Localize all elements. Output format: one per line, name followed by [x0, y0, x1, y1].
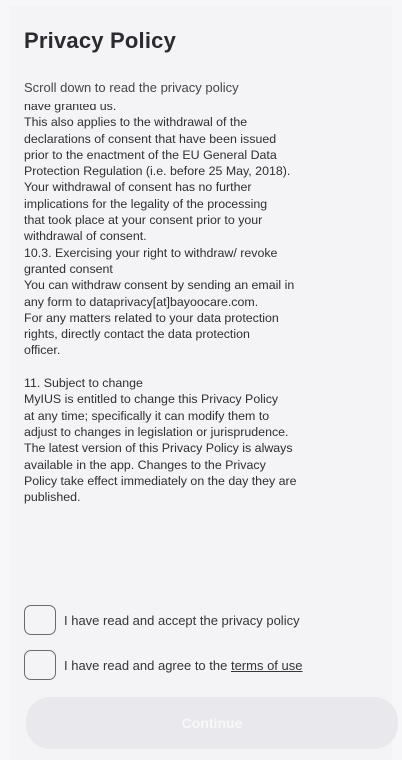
policy-line: adjust to changes in legislation or juri… [24, 424, 289, 439]
policy-line: that took place at your consent prior to… [24, 213, 263, 228]
policy-gap [24, 359, 392, 375]
policy-line: The latest version of this Privacy Polic… [24, 441, 293, 456]
screen: Privacy Policy Scroll down to read the p… [0, 0, 402, 760]
policy-line: officer. [24, 343, 61, 358]
policy-line: any form to dataprivacy[at]bayoocare.com… [24, 294, 259, 309]
accept-privacy-label: I have read and accept the privacy polic… [64, 612, 300, 628]
policy-line: MyIUS is entitled to change this Privacy… [24, 392, 279, 407]
policy-line: For any matters related to your data pro… [24, 310, 279, 325]
policy-line: at any time; specifically it can modify … [24, 408, 270, 423]
page-subtitle: Scroll down to read the privacy policy [24, 80, 239, 95]
policy-line: Your withdrawal of consent has no furthe… [24, 180, 252, 195]
accept-privacy-checkbox[interactable] [24, 605, 56, 635]
policy-line: declarations of consent that have been i… [24, 131, 277, 146]
policy-line: available in the app. Changes to the Pri… [24, 457, 266, 472]
policy-line: withdrawal of consent. [24, 229, 147, 244]
policy-line: 10.3. Exercising your right to withdraw/… [24, 245, 278, 260]
accept-terms-prefix: I have read and agree to the [64, 657, 231, 673]
policy-text-scroll[interactable]: have granted us. This also applies to the… [24, 104, 392, 586]
policy-line: prior to the enactment of the EU General… [24, 147, 277, 162]
accept-privacy-row[interactable]: I have read and accept the privacy polic… [24, 605, 300, 635]
policy-line: rights, directly contact the data protec… [24, 327, 250, 342]
policy-line: published. [24, 490, 81, 505]
terms-of-use-link[interactable]: terms of use [231, 658, 303, 673]
policy-line: 11. Subject to change [24, 376, 143, 391]
policy-line: Policy take effect immediately on the da… [24, 473, 297, 488]
policy-line: You can withdraw consent by sending an e… [24, 278, 295, 293]
policy-text: have granted us. This also applies to the… [24, 104, 392, 505]
policy-line: implications for the legality of the pro… [24, 196, 268, 211]
accept-terms-checkbox[interactable] [24, 650, 56, 680]
accept-terms-label: I have read and agree to the terms of us… [64, 658, 303, 673]
continue-button[interactable]: Continue [26, 697, 398, 749]
policy-line: This also applies to the withdrawal of t… [24, 115, 248, 130]
page-title: Privacy Policy [24, 28, 177, 53]
policy-line: Protection Regulation (i.e. before 25 Ma… [24, 164, 291, 179]
policy-line: have granted us. [24, 104, 117, 113]
policy-line: granted consent [24, 261, 113, 276]
accept-terms-row[interactable]: I have read and agree to the terms of us… [24, 650, 303, 680]
